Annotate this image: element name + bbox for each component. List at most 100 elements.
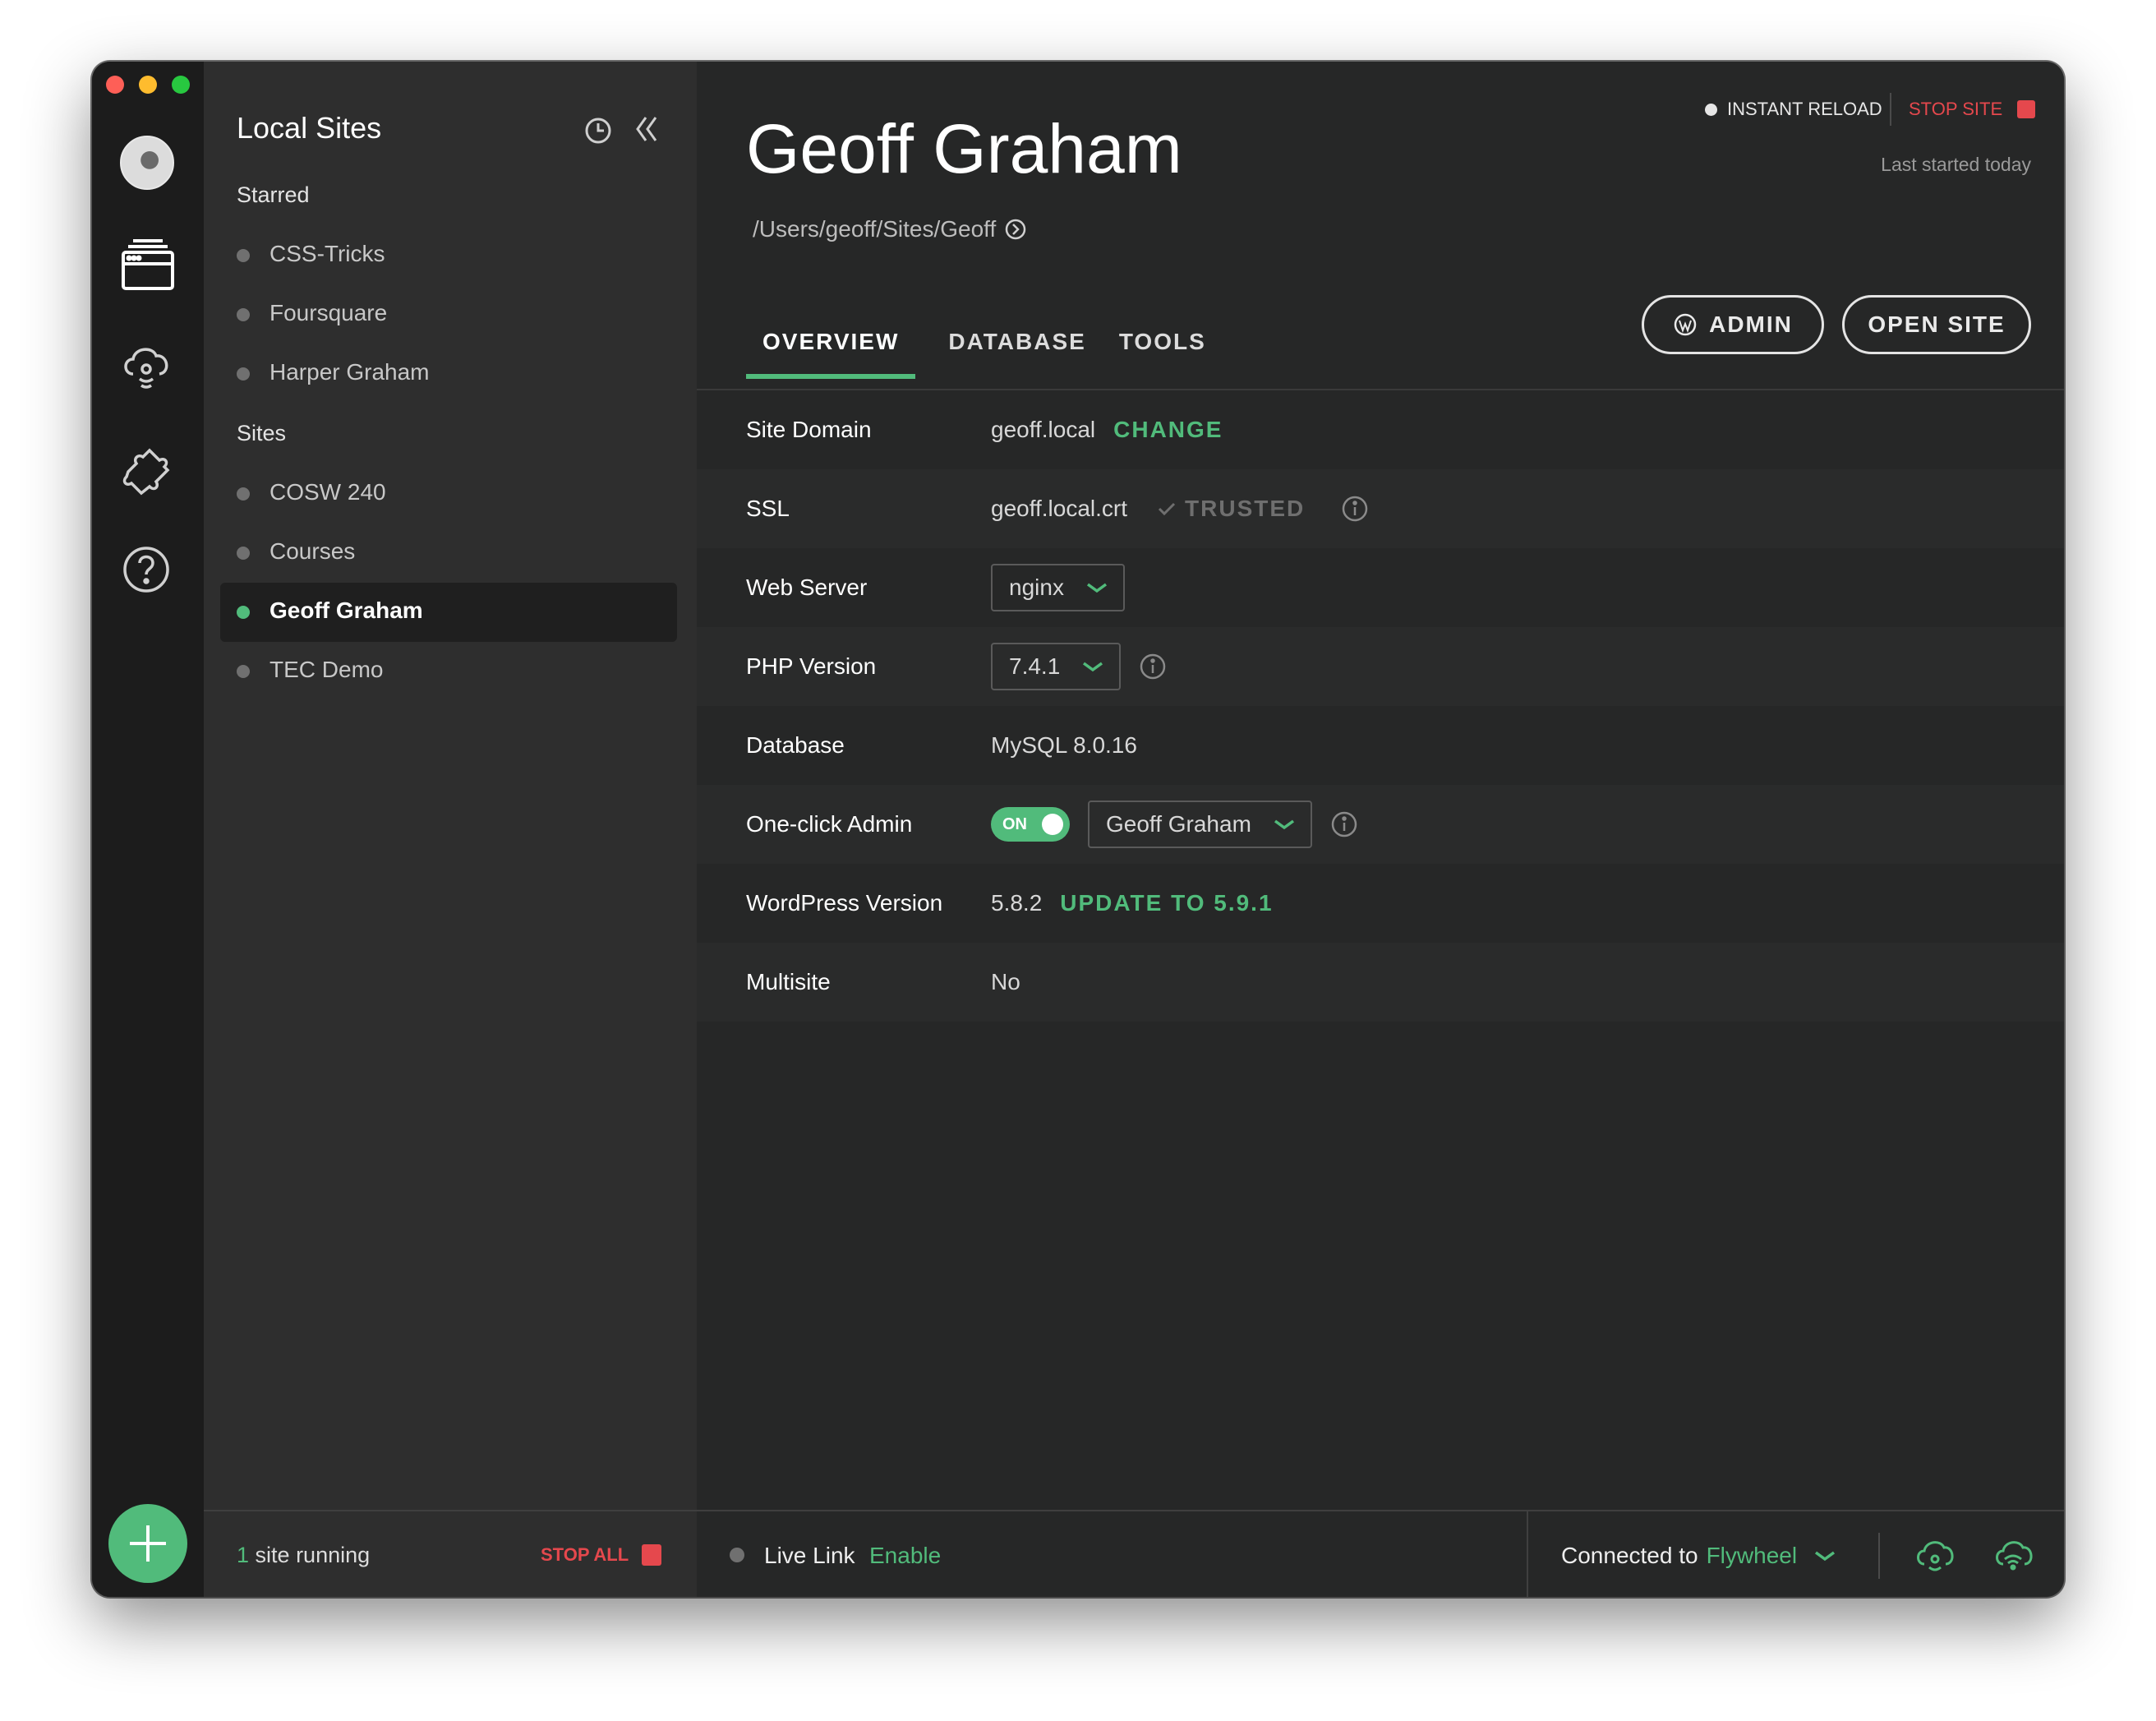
row-label: Database bbox=[746, 732, 845, 758]
running-count: 1 bbox=[237, 1543, 250, 1567]
row-site-domain: Site Domain geoff.local CHANGE bbox=[697, 390, 2064, 469]
instant-reload-label: INSTANT RELOAD bbox=[1727, 99, 1882, 119]
status-dot bbox=[237, 308, 250, 321]
ssl-cert-value[interactable]: geoff.local.crt bbox=[991, 496, 1127, 522]
tab-tools[interactable]: TOOLS bbox=[1119, 329, 1206, 376]
sites-icon[interactable] bbox=[117, 234, 179, 297]
cloud-sync-icon[interactable] bbox=[1913, 1536, 1956, 1576]
info-icon[interactable] bbox=[1139, 653, 1167, 681]
app-window: Local Sites Starred CSS-Tricks Foursquar… bbox=[92, 62, 2064, 1597]
connection-dropdown[interactable]: Connected to Flywheel bbox=[1561, 1543, 1836, 1569]
admin-button-label: ADMIN bbox=[1709, 311, 1793, 337]
tab-database[interactable]: DATABASE bbox=[948, 329, 1085, 376]
sidebar-item-harper-graham[interactable]: Harper Graham bbox=[220, 344, 677, 404]
admin-user-value: Geoff Graham bbox=[1106, 811, 1251, 837]
one-click-admin-toggle[interactable]: ON bbox=[991, 807, 1070, 842]
php-version-value: 7.4.1 bbox=[1009, 653, 1061, 679]
chevron-down-icon bbox=[1086, 583, 1107, 593]
add-site-button[interactable] bbox=[108, 1504, 187, 1583]
divider bbox=[1878, 1533, 1880, 1579]
sidebar-title: Local Sites bbox=[237, 111, 382, 145]
admin-button[interactable]: ADMIN bbox=[1642, 295, 1824, 354]
collapse-icon[interactable] bbox=[631, 113, 664, 145]
admin-user-select[interactable]: Geoff Graham bbox=[1088, 801, 1312, 848]
toggle-label: ON bbox=[1002, 814, 1027, 833]
sidebar-item-geoff-graham[interactable]: Geoff Graham bbox=[220, 583, 677, 642]
check-icon bbox=[1158, 502, 1176, 516]
ssl-trusted-badge: TRUSTED bbox=[1157, 496, 1305, 522]
zoom-window-button[interactable] bbox=[172, 76, 190, 94]
site-path[interactable]: /Users/geoff/Sites/Geoff bbox=[753, 216, 1027, 242]
status-dot bbox=[237, 665, 250, 678]
instant-reload-toggle[interactable]: INSTANT RELOAD bbox=[1705, 99, 1882, 120]
chevron-down-icon bbox=[1083, 662, 1103, 672]
reveal-arrow-icon[interactable] bbox=[1004, 218, 1027, 241]
tab-overview[interactable]: OVERVIEW bbox=[746, 329, 916, 379]
open-site-button[interactable]: OPEN SITE bbox=[1842, 295, 2031, 354]
sidebar-item-cosw-240[interactable]: COSW 240 bbox=[220, 464, 677, 524]
sidebar-item-label: Harper Graham bbox=[270, 359, 430, 385]
web-server-select[interactable]: nginx bbox=[991, 564, 1125, 611]
status-dot bbox=[237, 547, 250, 560]
row-label: Web Server bbox=[746, 574, 868, 600]
sidebar-item-label: COSW 240 bbox=[270, 479, 386, 505]
addons-icon[interactable] bbox=[117, 436, 179, 498]
php-version-select[interactable]: 7.4.1 bbox=[991, 643, 1122, 690]
instant-reload-dot bbox=[1705, 103, 1717, 116]
divider bbox=[1890, 93, 1891, 126]
change-domain-link[interactable]: CHANGE bbox=[1113, 417, 1223, 443]
connected-prefix: Connected to bbox=[1561, 1543, 1698, 1568]
row-label: Site Domain bbox=[746, 417, 872, 442]
minimize-window-button[interactable] bbox=[139, 76, 157, 94]
status-dot bbox=[237, 367, 250, 381]
cloud-wifi-icon[interactable] bbox=[1992, 1536, 2034, 1576]
row-label: PHP Version bbox=[746, 653, 877, 679]
status-dot bbox=[237, 249, 250, 262]
page-title: Geoff Graham bbox=[746, 110, 1182, 187]
info-icon[interactable] bbox=[1341, 495, 1369, 523]
footer-sites-status: 1 site running STOP ALL bbox=[204, 1511, 697, 1597]
row-wordpress-version: WordPress Version 5.8.2 UPDATE TO 5.9.1 bbox=[697, 864, 2064, 943]
help-icon[interactable] bbox=[117, 538, 179, 601]
live-link-section: Live Link Enable bbox=[697, 1511, 1527, 1597]
history-icon[interactable] bbox=[582, 114, 615, 147]
sidebar-item-css-tricks[interactable]: CSS-Tricks bbox=[220, 226, 677, 285]
open-site-button-label: OPEN SITE bbox=[1868, 311, 2006, 337]
sidebar-item-tec-demo[interactable]: TEC Demo bbox=[220, 642, 677, 701]
update-wordpress-link[interactable]: UPDATE TO 5.9.1 bbox=[1060, 890, 1273, 916]
add-icon bbox=[130, 1525, 166, 1562]
sidebar-item-label: CSS-Tricks bbox=[270, 241, 385, 266]
stop-all-label: STOP ALL bbox=[541, 1544, 629, 1565]
sidebar-item-label: Geoff Graham bbox=[270, 598, 423, 623]
cloud-icon[interactable] bbox=[117, 333, 179, 395]
status-bar: 1 site running STOP ALL Live Link Enable… bbox=[204, 1510, 2064, 1597]
stop-all-button[interactable]: STOP ALL bbox=[541, 1544, 662, 1566]
info-icon[interactable] bbox=[1330, 810, 1358, 838]
live-link-enable-link[interactable]: Enable bbox=[869, 1543, 941, 1569]
row-label: One-click Admin bbox=[746, 811, 913, 837]
wordpress-version-value: 5.8.2 bbox=[991, 890, 1043, 916]
connection-section: Connected to Flywheel bbox=[1527, 1511, 2064, 1597]
sidebar-item-label: Foursquare bbox=[270, 300, 388, 325]
row-label: SSL bbox=[746, 496, 790, 521]
sidebar-item-courses[interactable]: Courses bbox=[220, 524, 677, 583]
stop-icon bbox=[2017, 100, 2036, 118]
starred-heading: Starred bbox=[237, 182, 310, 207]
live-link-label: Live Link bbox=[764, 1543, 855, 1568]
sites-heading: Sites bbox=[237, 421, 287, 445]
site-path-text: /Users/geoff/Sites/Geoff bbox=[753, 216, 997, 242]
sidebar-item-foursquare[interactable]: Foursquare bbox=[220, 285, 677, 344]
toggle-knob bbox=[1042, 814, 1063, 835]
sidebar-item-label: TEC Demo bbox=[270, 657, 384, 682]
row-label: WordPress Version bbox=[746, 890, 943, 916]
sites-sidebar: Local Sites Starred CSS-Tricks Foursquar… bbox=[204, 62, 697, 1597]
stop-site-button[interactable]: STOP SITE bbox=[1909, 99, 2036, 120]
running-label: site running bbox=[255, 1543, 371, 1567]
status-dot bbox=[237, 606, 250, 619]
wordpress-icon bbox=[1674, 313, 1697, 336]
avatar[interactable] bbox=[120, 136, 174, 190]
connected-service: Flywheel bbox=[1706, 1543, 1798, 1568]
row-label: Multisite bbox=[746, 969, 831, 994]
close-window-button[interactable] bbox=[106, 76, 124, 94]
site-detail-panel: Geoff Graham /Users/geoff/Sites/Geoff IN… bbox=[697, 62, 2064, 1597]
